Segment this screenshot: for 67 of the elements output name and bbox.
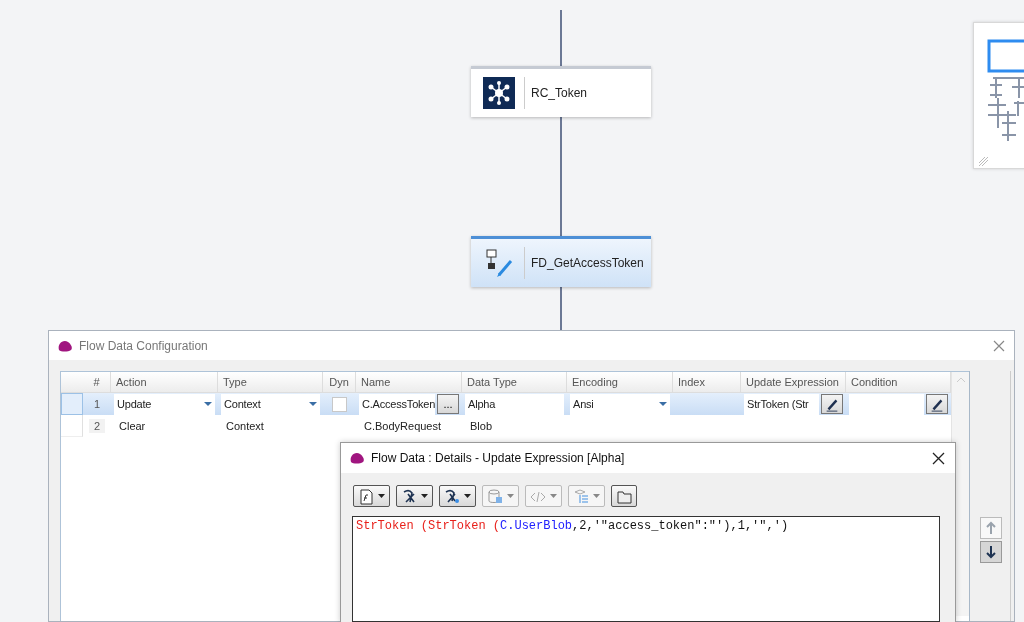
edit-button[interactable] xyxy=(821,394,843,414)
folder-button[interactable] xyxy=(611,485,637,507)
window-title: Flow Data : Details - Update Expression [Alpha] xyxy=(371,451,625,465)
browse-button[interactable]: ... xyxy=(437,394,459,414)
close-icon[interactable] xyxy=(932,451,945,465)
network-icon xyxy=(483,77,515,109)
input-field[interactable]: StrToken (Str xyxy=(744,393,819,415)
caret-icon xyxy=(204,402,212,406)
node-label: FD_GetAccessToken xyxy=(531,256,644,270)
column-header[interactable]: Encoding xyxy=(567,372,673,393)
table-row[interactable]: 2 Clear Context C.BodyRequest Blob xyxy=(61,415,951,437)
column-header[interactable]: Action xyxy=(111,372,218,393)
code-line: StrToken (StrToken (C.UserBlob,2,'"access_token":"'),1,'",') xyxy=(356,519,789,533)
caret-icon xyxy=(550,494,557,498)
database-icon xyxy=(487,487,503,505)
column-header[interactable]: Name xyxy=(356,372,462,393)
caret-icon xyxy=(464,494,471,498)
scroll-up-icon[interactable] xyxy=(955,376,966,384)
caret-icon xyxy=(659,402,667,406)
column-header[interactable]: Update Expression xyxy=(741,372,846,393)
caret-icon xyxy=(309,402,317,406)
column-header[interactable]: Dyn xyxy=(323,372,356,393)
row-number: 1 xyxy=(92,397,102,411)
document-formula-icon xyxy=(358,487,374,505)
flow-node[interactable]: FD_GetAccessToken xyxy=(471,236,651,287)
caret-icon xyxy=(378,494,385,498)
table-cell: Context xyxy=(226,420,264,432)
flowchart-pencil-icon xyxy=(483,247,515,279)
function-icon xyxy=(401,487,417,505)
dropdown[interactable]: Update xyxy=(114,393,215,415)
caret-icon xyxy=(507,494,514,498)
table-cell: C.BodyRequest xyxy=(364,420,442,432)
app-logo-icon xyxy=(349,450,365,466)
resize-grip-icon[interactable] xyxy=(978,156,989,167)
edit-button[interactable] xyxy=(926,394,948,414)
checkbox[interactable] xyxy=(332,396,347,412)
table-cell: Blob xyxy=(470,420,493,432)
caret-icon xyxy=(593,494,600,498)
window-title: Flow Data Configuration xyxy=(79,338,208,353)
document-button[interactable] xyxy=(353,485,390,507)
column-header[interactable]: Index xyxy=(673,372,741,393)
code-editor[interactable]: StrToken (StrToken (C.UserBlob,2,'"access_token":"'),1,'",') xyxy=(352,516,940,622)
column-header[interactable]: Condition xyxy=(846,372,951,393)
flow-node[interactable]: RC_Token xyxy=(471,66,651,117)
arrow-down-icon xyxy=(984,544,998,560)
input-field[interactable]: Alpha xyxy=(465,393,564,415)
tree-list-icon xyxy=(573,487,589,505)
dropdown[interactable]: Ansi xyxy=(570,393,670,415)
function-variable-icon xyxy=(444,487,460,505)
variable-button[interactable] xyxy=(439,485,476,507)
table-cell: Clear xyxy=(119,420,146,432)
grid-corner xyxy=(61,372,83,393)
input-field[interactable] xyxy=(849,393,924,415)
dropdown[interactable]: Context xyxy=(221,393,320,415)
input-field[interactable]: C.AccessToken xyxy=(359,393,435,415)
column-header[interactable]: Type xyxy=(218,372,323,393)
column-header[interactable]: # xyxy=(83,372,111,393)
move-down-button[interactable] xyxy=(980,541,1002,563)
function-button[interactable] xyxy=(396,485,433,507)
column-header[interactable]: Data Type xyxy=(462,372,567,393)
caret-icon xyxy=(421,494,428,498)
arrow-up-icon xyxy=(984,520,998,536)
row-header[interactable] xyxy=(61,415,83,437)
node-label: RC_Token xyxy=(531,86,588,100)
row-number: 2 xyxy=(88,419,106,433)
table-row[interactable]: 1 Update Context C.AccessToken ... Alpha Ansi StrToken (Str xyxy=(61,393,951,415)
row-header[interactable] xyxy=(61,393,83,415)
